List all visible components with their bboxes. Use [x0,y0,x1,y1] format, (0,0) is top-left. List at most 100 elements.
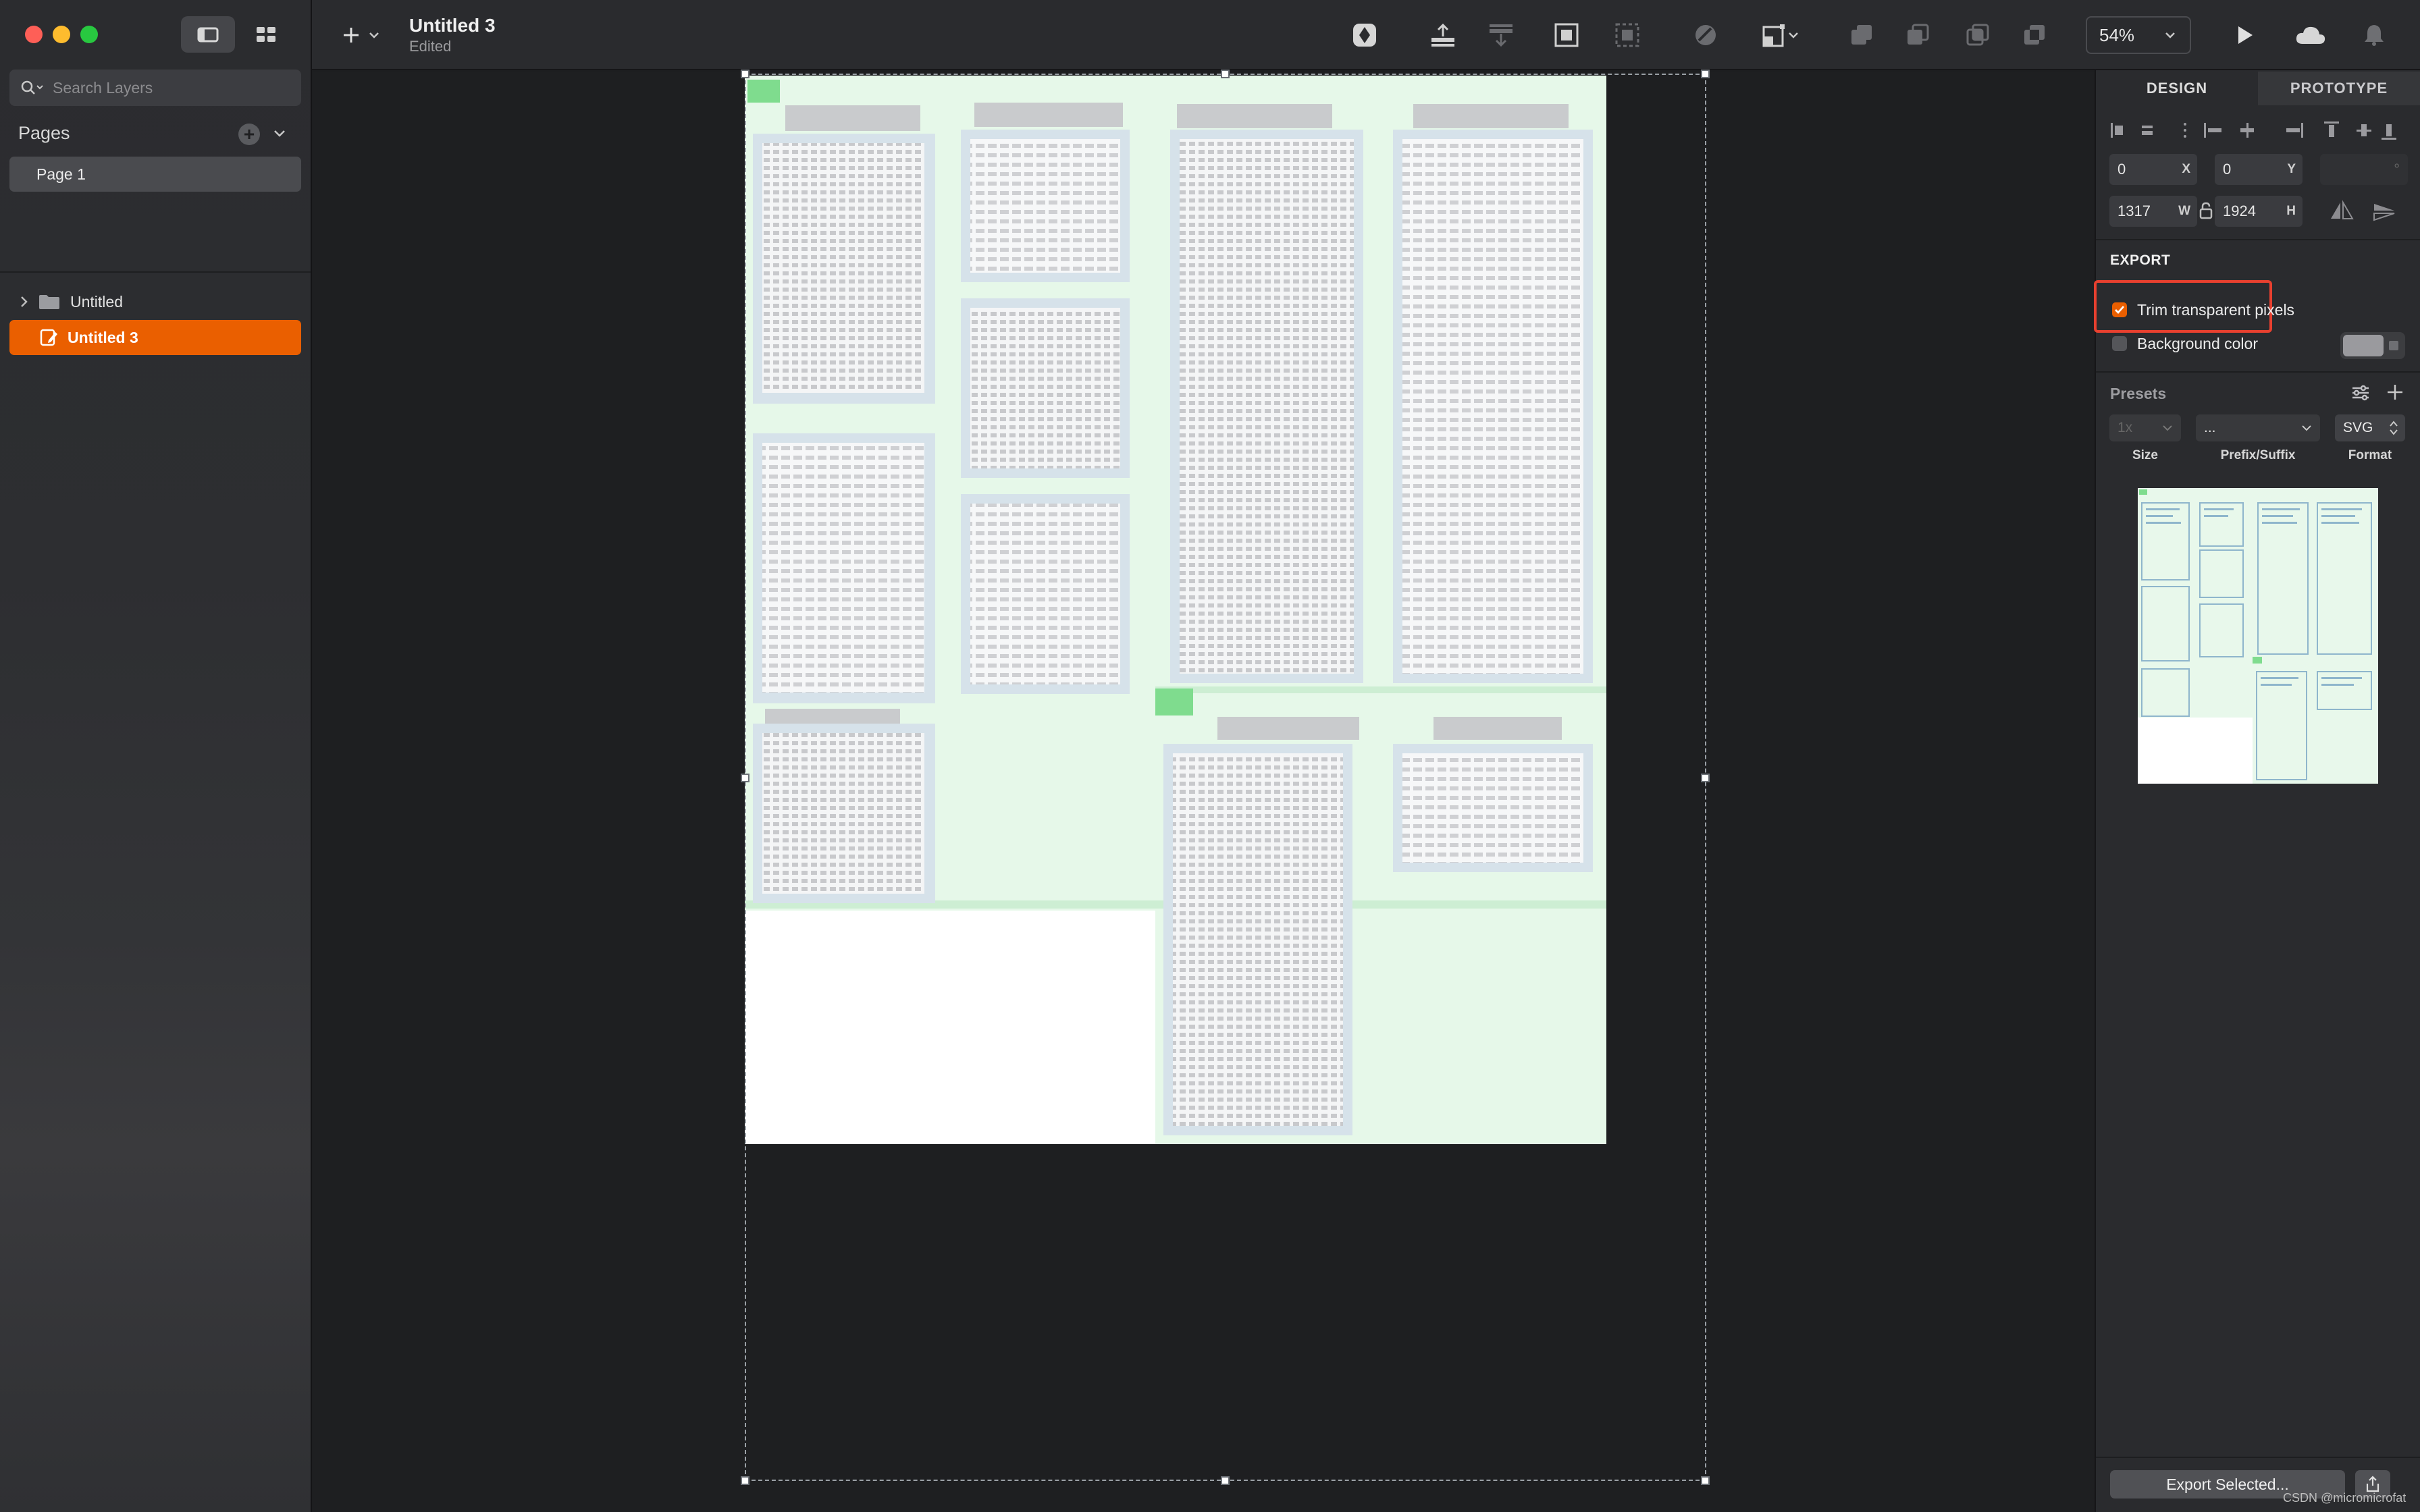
align-top-edge-icon [2324,122,2339,124]
preview-button[interactable] [2230,20,2259,50]
alignment-toolbar[interactable] [2109,119,2406,142]
layer-artboard-untitled-3[interactable]: Untitled 3 [9,320,301,355]
zoom-window-button[interactable] [80,26,98,43]
y-label: Y [2287,162,2296,176]
notifications-button[interactable] [2359,20,2389,50]
section-divider [2096,371,2420,373]
swatch-toggle-icon [2389,341,2398,350]
add-page-button[interactable]: + [238,124,260,145]
y-field[interactable]: 0 Y [2215,154,2303,185]
prefix-column-label: Prefix/Suffix [2220,448,2296,462]
canvas-view-icon [197,27,219,43]
mask-icon [1695,25,1716,45]
document-title[interactable]: Untitled 3 [409,15,496,36]
rotation-field[interactable]: ° [2320,154,2408,185]
resize-handle-top-left[interactable] [741,70,749,78]
sliders-icon[interactable] [2350,382,2371,404]
ungroup-icon [1615,23,1639,47]
forward-button[interactable] [1428,20,1458,50]
size-column-label: Size [2132,448,2159,462]
align-center-icon [2142,126,2153,128]
difference-button[interactable] [2020,20,2049,50]
width-field[interactable]: 1317 W [2109,196,2197,227]
component-view-button[interactable] [239,16,293,53]
layer-label: Untitled [70,292,123,310]
minimize-window-button[interactable] [53,26,70,43]
sidebar-divider [0,271,311,273]
prefix-suffix-dropdown[interactable]: ... [2196,414,2320,441]
symbol-icon [1353,24,1376,47]
group-icon [1554,23,1579,47]
preview-image [2138,488,2378,784]
zoom-level-dropdown[interactable]: 54% [2086,16,2191,54]
trim-checkbox[interactable] [2112,302,2127,317]
search-layers-field[interactable] [9,70,301,106]
subtract-icon [1908,24,1929,45]
flip-vertical-icon[interactable] [2371,200,2398,221]
canvas-view-button[interactable] [181,16,235,53]
background-color-checkbox[interactable] [2112,336,2127,351]
align-top-icon [1431,23,1454,47]
tab-prototype[interactable]: PROTOTYPE [2258,72,2420,105]
insert-button[interactable] [341,20,388,50]
scale-icon [1762,24,1785,47]
resize-handle-bottom[interactable] [1221,1476,1230,1485]
footer-divider [2096,1457,2420,1458]
page-item[interactable]: Page 1 [9,157,301,192]
chevron-down-icon [369,32,379,38]
resize-handle-bottom-right[interactable] [1701,1476,1710,1485]
cloud-button[interactable] [2293,20,2328,50]
resize-handle-left[interactable] [741,774,749,782]
group-button[interactable] [1552,20,1581,50]
intersect-button[interactable] [1963,20,1993,50]
h-label: H [2286,204,2296,218]
union-button[interactable] [1847,20,1876,50]
resize-handle-top[interactable] [1221,70,1230,78]
presets-heading: Presets [2110,385,2167,402]
layer-group-untitled[interactable]: Untitled [9,284,301,319]
rotation-suffix: ° [2394,161,2400,178]
scale-button[interactable] [1754,20,1806,50]
w-label: W [2178,204,2190,218]
size-dropdown[interactable]: 1x [2109,414,2181,441]
format-column-label: Format [2348,448,2392,462]
background-color-label[interactable]: Background color [2137,335,2258,353]
search-input[interactable] [51,78,297,98]
main-toolbar [312,0,2095,70]
close-window-button[interactable] [25,26,43,43]
height-field[interactable]: 1924 H [2215,196,2303,227]
ungroup-button[interactable] [1612,20,1642,50]
pages-collapse-button[interactable] [270,124,289,143]
resize-handle-right[interactable] [1701,774,1710,782]
x-field[interactable]: 0 X [2109,154,2197,185]
watermark: CSDN @micromicrofat [2283,1491,2406,1505]
trim-label[interactable]: Trim transparent pixels [2137,301,2294,319]
union-icon [1851,25,1872,45]
format-value: SVG [2343,420,2373,435]
chevron-down-icon [2165,32,2175,38]
add-preset-icon[interactable] [2385,382,2405,402]
artboard-icon [40,329,57,346]
background-color-swatch[interactable] [2340,332,2405,359]
chevron-down-icon [274,130,285,137]
backward-button[interactable] [1486,20,1516,50]
updown-icon [2390,421,2398,435]
w-value: 1317 [2118,202,2151,219]
chevron-down-icon [1789,32,1798,38]
align-left-edge-icon [2204,123,2206,138]
subtract-button[interactable] [1903,20,1932,50]
resize-handle-top-right[interactable] [1701,70,1710,78]
create-symbol-button[interactable] [1350,20,1379,50]
document-status: Edited [409,38,452,55]
mask-button[interactable] [1691,20,1720,50]
flip-horizontal-icon[interactable] [2328,200,2355,221]
format-dropdown[interactable]: SVG [2335,414,2405,441]
lock-icon[interactable] [2199,201,2213,220]
align-left-icon [2111,123,2113,138]
resize-handle-bottom-left[interactable] [741,1476,749,1485]
x-label: X [2182,162,2190,176]
tab-design[interactable]: DESIGN [2096,72,2258,105]
play-icon [2238,26,2253,44]
size-value: 1x [2118,420,2133,435]
checkmark-icon [2115,306,2125,315]
